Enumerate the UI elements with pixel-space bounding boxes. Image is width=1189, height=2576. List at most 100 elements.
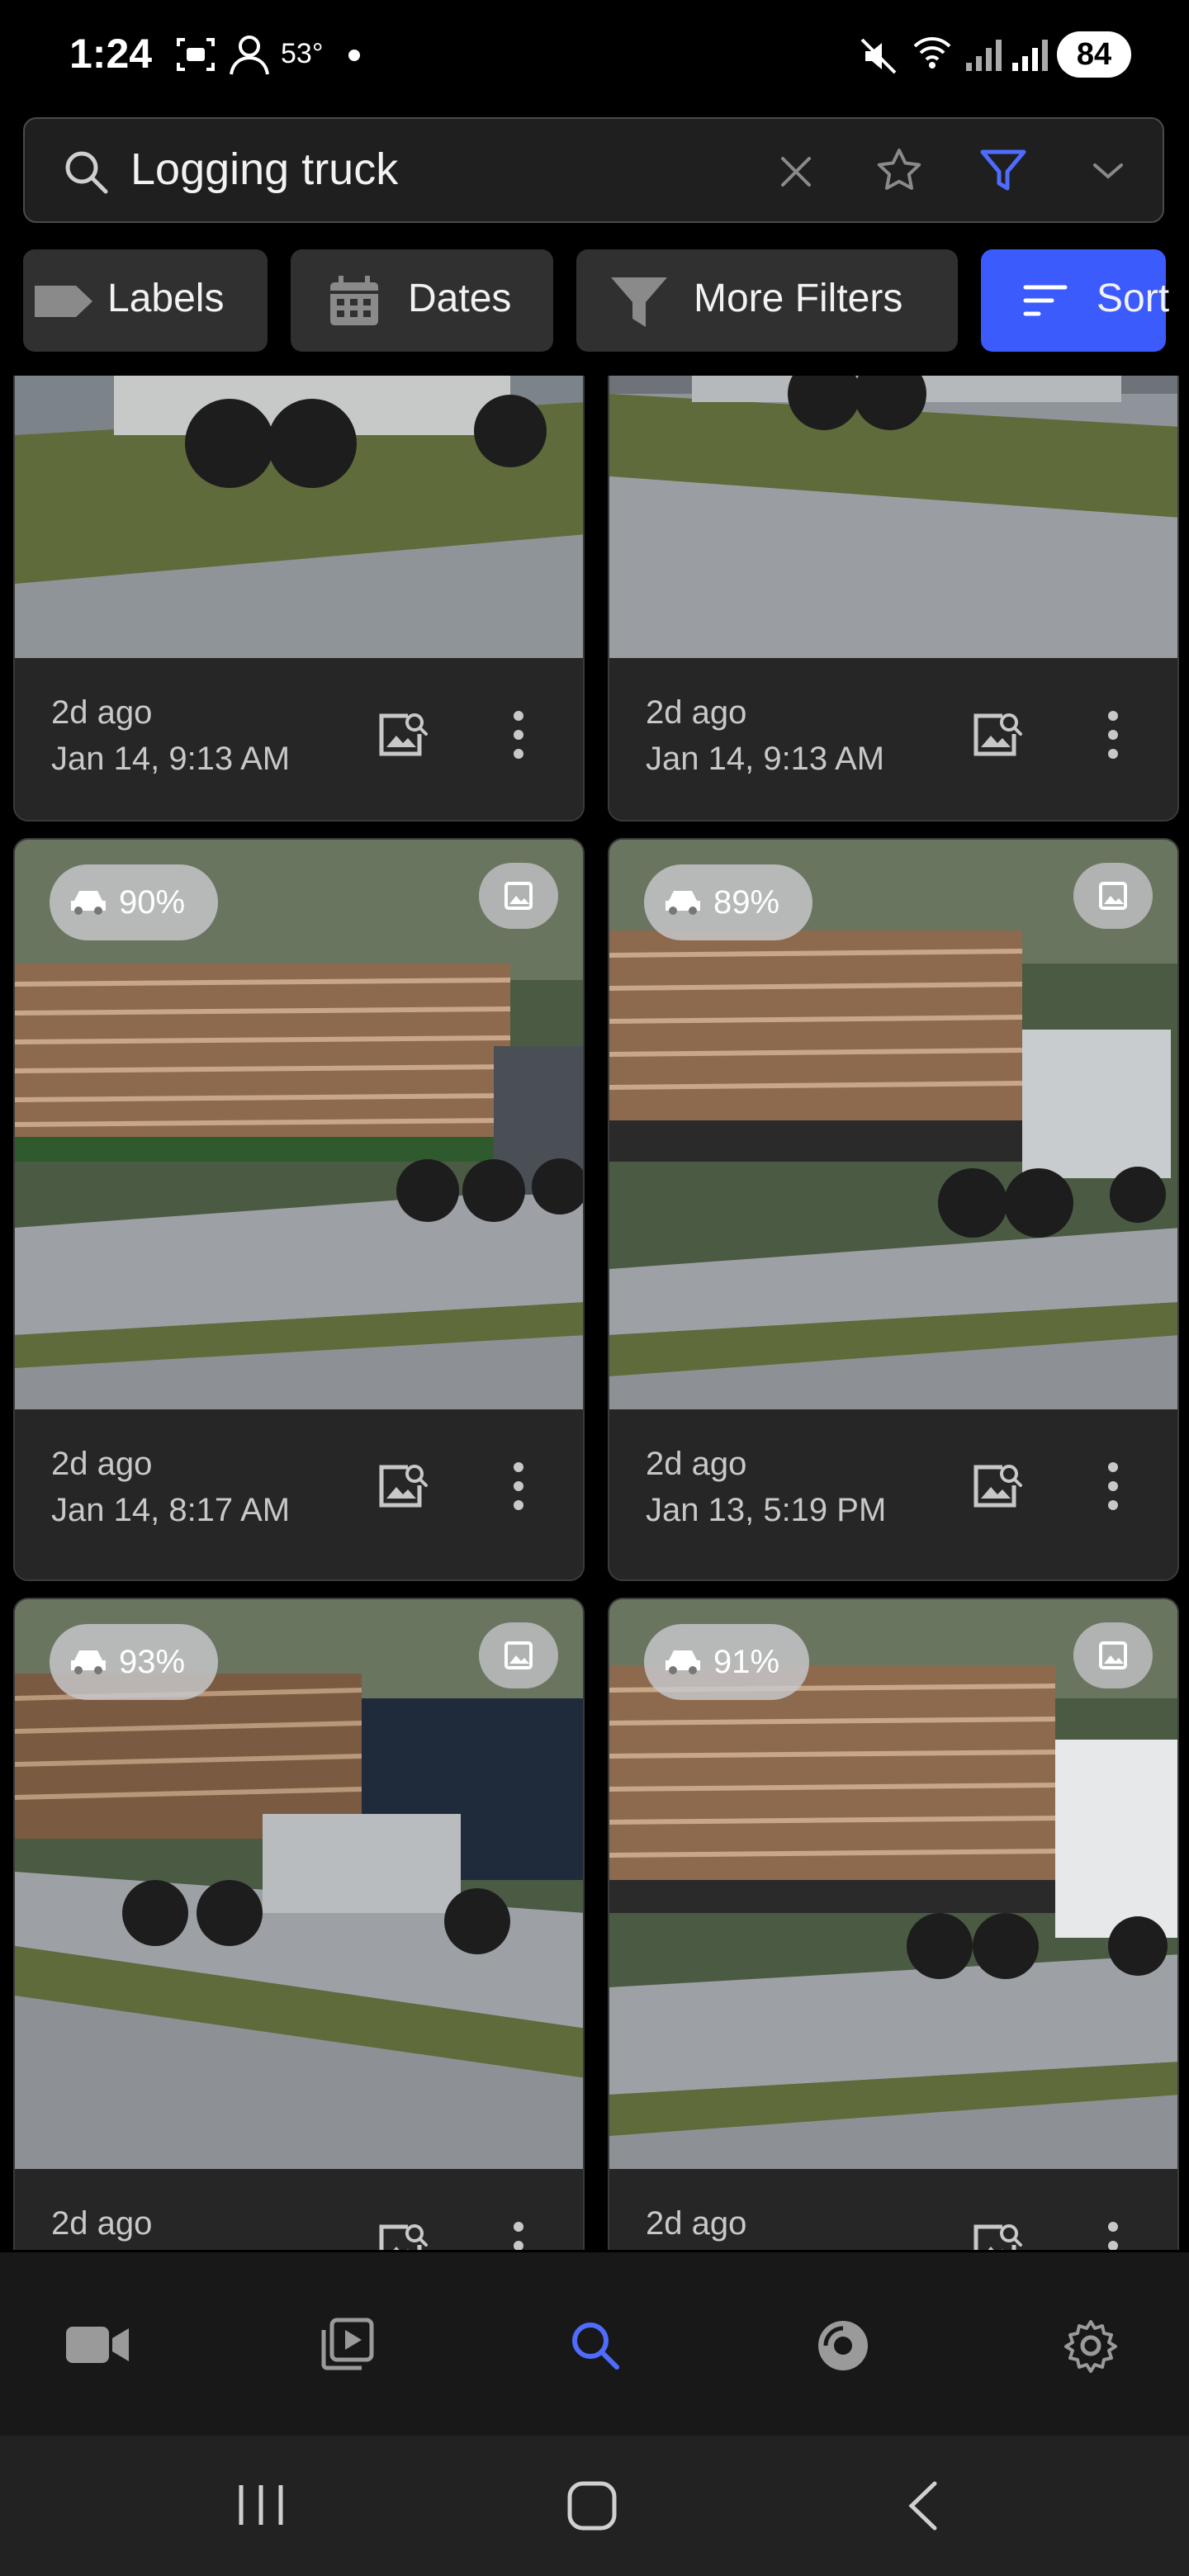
- card-meta: 2d ago Jan 14, 9:13 AM: [609, 658, 1177, 820]
- card-date: Jan 13, 5:19 PM: [646, 1492, 887, 1528]
- result-card[interactable]: 2d ago Jan 14, 9:13 AM: [608, 376, 1179, 822]
- confidence-value: 90%: [119, 884, 186, 921]
- funnel-icon: [611, 277, 667, 327]
- confidence-badge: 93%: [50, 1624, 218, 1700]
- more-vert-icon[interactable]: [1105, 1459, 1121, 1513]
- image-icon: [504, 882, 533, 910]
- event-thumbnail[interactable]: [609, 376, 1177, 658]
- result-card[interactable]: 91% 2d ago: [608, 1598, 1179, 2250]
- settings-icon[interactable]: [1063, 2318, 1118, 2373]
- image-icon: [1099, 882, 1127, 910]
- confidence-badge: 91%: [644, 1624, 809, 1700]
- dates-chip[interactable]: Dates: [291, 249, 553, 352]
- event-thumbnail[interactable]: 91%: [609, 1599, 1177, 2169]
- dates-chip-label: Dates: [408, 277, 512, 320]
- calendar-icon: [330, 276, 378, 325]
- status-time: 1:24: [69, 31, 153, 77]
- filter-icon[interactable]: [979, 149, 1027, 193]
- results-grid: 2d ago Jan 14, 9:13 AM 2d ago Jan 14, 9:…: [0, 376, 1189, 2250]
- card-relative-time: 2d ago: [51, 694, 153, 731]
- image-search-icon[interactable]: [375, 1461, 429, 1512]
- image-icon: [1099, 1641, 1127, 1669]
- card-meta: 2d ago: [609, 2169, 1177, 2250]
- mute-icon: [860, 38, 897, 74]
- card-meta: 2d ago Jan 14, 8:17 AM: [15, 1409, 583, 1574]
- view-image-button[interactable]: [479, 1622, 558, 1688]
- confidence-value: 93%: [119, 1644, 186, 1680]
- detection-icon[interactable]: [816, 2318, 870, 2373]
- view-image-button[interactable]: [479, 863, 558, 929]
- result-card[interactable]: 93% 2d ago: [13, 1598, 585, 2250]
- more-vert-icon[interactable]: [510, 2218, 527, 2250]
- status-temperature: 53°: [281, 38, 324, 69]
- image-search-icon[interactable]: [375, 2220, 429, 2250]
- card-date: Jan 14, 8:17 AM: [51, 1492, 291, 1528]
- confidence-value: 89%: [713, 884, 780, 921]
- card-meta: 2d ago Jan 14, 9:13 AM: [15, 658, 583, 820]
- more-filters-chip-label: More Filters: [694, 277, 903, 320]
- confidence-badge: 89%: [644, 864, 812, 940]
- search-icon: [65, 151, 108, 194]
- car-icon: [666, 1650, 700, 1674]
- card-relative-time: 2d ago: [646, 2205, 747, 2242]
- more-vert-icon[interactable]: [1105, 708, 1121, 762]
- event-thumbnail[interactable]: 90%: [15, 840, 583, 1409]
- recent-apps-icon[interactable]: [236, 2482, 286, 2528]
- card-meta: 2d ago: [15, 2169, 583, 2250]
- view-image-button[interactable]: [1073, 1622, 1153, 1688]
- star-icon[interactable]: [875, 147, 923, 193]
- clear-icon[interactable]: [778, 154, 814, 190]
- image-search-icon[interactable]: [969, 1461, 1024, 1512]
- playback-icon[interactable]: [320, 2317, 375, 2371]
- card-date: Jan 14, 9:13 AM: [51, 741, 291, 777]
- labels-chip[interactable]: Labels: [23, 249, 268, 352]
- card-date: Jan 14, 9:13 AM: [646, 741, 885, 777]
- more-filters-chip[interactable]: More Filters: [576, 249, 958, 352]
- person-icon: [230, 36, 269, 75]
- car-icon: [71, 891, 106, 915]
- filter-chips: Labels Dates More Filters Sort: [0, 248, 1189, 355]
- more-vert-icon[interactable]: [1105, 2218, 1121, 2250]
- search-icon[interactable]: [568, 2318, 621, 2371]
- notification-dot: [348, 50, 360, 61]
- battery-indicator: 84: [1057, 31, 1131, 78]
- search-bar[interactable]: Logging truck: [23, 117, 1164, 223]
- card-meta: 2d ago Jan 13, 5:19 PM: [609, 1409, 1177, 1574]
- chevron-down-icon[interactable]: [1090, 159, 1126, 183]
- card-relative-time: 2d ago: [646, 1446, 747, 1482]
- labels-chip-label: Labels: [107, 277, 225, 320]
- status-bar: 1:24 53° 84: [0, 0, 1189, 107]
- image-search-icon[interactable]: [969, 709, 1024, 760]
- screen-record-icon: [177, 38, 215, 71]
- search-input[interactable]: Logging truck: [130, 144, 398, 195]
- image-search-icon[interactable]: [375, 709, 429, 760]
- card-relative-time: 2d ago: [51, 2205, 153, 2242]
- result-card[interactable]: 89% 2d ago Jan 13, 5:19 PM: [608, 838, 1179, 1581]
- image-icon: [504, 1641, 533, 1669]
- sort-chip-label: Sort: [1097, 277, 1170, 320]
- sort-chip[interactable]: Sort: [981, 249, 1170, 352]
- result-card[interactable]: 90% 2d ago Jan 14, 8:17 AM: [13, 838, 585, 1581]
- home-icon[interactable]: [566, 2480, 618, 2531]
- label-tag-icon: [35, 286, 92, 317]
- image-search-icon[interactable]: [969, 2220, 1024, 2250]
- signal-icon: [966, 40, 1002, 71]
- view-image-button[interactable]: [1073, 863, 1153, 929]
- wifi-icon: [913, 37, 951, 69]
- car-icon: [666, 891, 700, 915]
- result-card[interactable]: 2d ago Jan 14, 9:13 AM: [13, 376, 585, 822]
- more-vert-icon[interactable]: [510, 708, 527, 762]
- card-relative-time: 2d ago: [51, 1446, 153, 1482]
- confidence-badge: 90%: [50, 864, 218, 940]
- event-thumbnail[interactable]: 93%: [15, 1599, 583, 2169]
- camera-icon[interactable]: [64, 2322, 130, 2368]
- sort-icon: [1023, 285, 1068, 316]
- more-vert-icon[interactable]: [510, 1459, 527, 1513]
- back-icon[interactable]: [905, 2480, 941, 2531]
- confidence-value: 91%: [713, 1644, 780, 1680]
- event-thumbnail[interactable]: 89%: [609, 840, 1177, 1409]
- bottom-navigation: [0, 2252, 1189, 2436]
- event-thumbnail[interactable]: [15, 376, 583, 658]
- card-relative-time: 2d ago: [646, 694, 747, 731]
- signal-icon-2: [1012, 40, 1048, 71]
